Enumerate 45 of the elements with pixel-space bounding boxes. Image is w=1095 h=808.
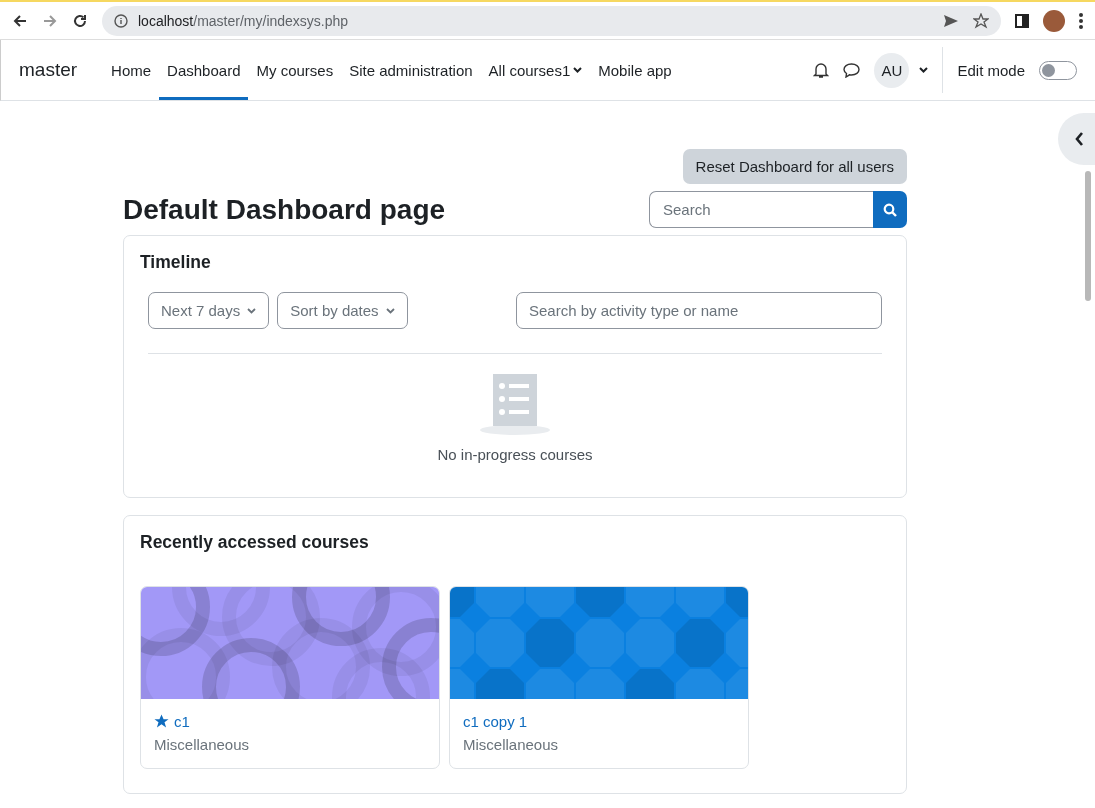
edit-mode-switch[interactable]	[1039, 60, 1077, 80]
star-outline-icon[interactable]	[973, 12, 989, 29]
chevron-down-icon	[385, 307, 395, 314]
card-heading: Recently accessed courses	[140, 532, 370, 553]
empty-state-text: No in-progress courses	[437, 446, 593, 463]
empty-list-drawing	[479, 374, 551, 436]
nav-link[interactable]: All courses1	[480, 40, 591, 100]
drawer-toggle[interactable]	[1058, 113, 1095, 165]
page-title: Default Dashboard page	[123, 193, 446, 226]
url-text: localhost/master/my/indexsys.php	[138, 12, 349, 29]
back-arrow-icon[interactable]	[12, 12, 28, 29]
course-category: Miscellaneous	[154, 736, 251, 753]
profile-avatar-icon[interactable]	[1043, 9, 1065, 32]
address-bar[interactable]: localhost/master/my/indexsys.php	[102, 5, 1001, 36]
edit-mode-label: Edit mode	[957, 61, 1025, 79]
course-category: Miscellaneous	[463, 736, 560, 753]
activity-search-field[interactable]: Search by activity type or name	[516, 292, 882, 329]
nav-link[interactable]: Site administration	[341, 40, 481, 100]
site-brand[interactable]: master	[19, 40, 78, 100]
filter-dropdown[interactable]: Next 7 days	[148, 292, 270, 329]
chevron-left-icon	[1075, 132, 1084, 146]
side-panel-icon[interactable]	[1015, 13, 1029, 28]
search-button[interactable]	[873, 191, 907, 228]
forward-arrow-icon[interactable]	[42, 12, 58, 29]
course-link[interactable]: c1 copy 1	[463, 713, 735, 730]
card-heading: Timeline	[140, 252, 212, 273]
search-field[interactable]: Search	[649, 191, 873, 228]
nav-link[interactable]: Dashboard	[159, 40, 249, 100]
course-link[interactable]: c1	[154, 713, 426, 730]
chevron-down-icon	[573, 67, 583, 73]
nav-link[interactable]: Mobile app	[590, 40, 680, 100]
more-vertical-icon[interactable]	[1079, 12, 1083, 29]
send-icon[interactable]	[943, 12, 959, 29]
reset-dashboard-button[interactable]: Reset Dashboard for all users	[682, 149, 907, 184]
filter-dropdown[interactable]: Sort by dates	[277, 292, 408, 329]
nav-link[interactable]: Home	[103, 40, 160, 100]
chevron-down-icon	[247, 307, 257, 314]
bell-icon[interactable]	[813, 61, 830, 79]
chat-bubble-icon[interactable]	[843, 62, 861, 78]
nav-link[interactable]: My courses	[248, 40, 342, 100]
user-avatar[interactable]: AU	[874, 52, 910, 88]
reload-icon[interactable]	[72, 12, 88, 29]
info-icon	[114, 13, 128, 28]
chevron-down-icon[interactable]	[919, 67, 929, 73]
search-icon	[883, 202, 897, 217]
